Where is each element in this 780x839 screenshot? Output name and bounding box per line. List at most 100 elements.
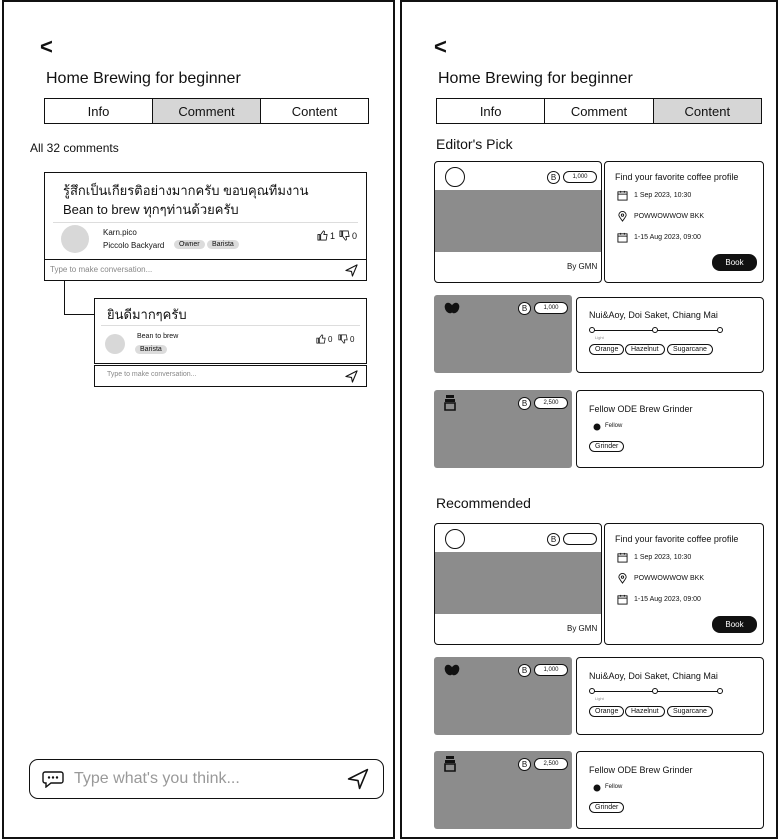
roast-scale-label: Light bbox=[595, 696, 604, 701]
calendar-icon bbox=[617, 190, 628, 201]
flavor-note: Hazelnut bbox=[625, 706, 665, 717]
avatar[interactable] bbox=[105, 334, 125, 354]
like-button[interactable]: 1 bbox=[317, 230, 335, 241]
coffee-grinder-icon bbox=[444, 395, 456, 411]
reply-input[interactable]: Type to make conversation... bbox=[44, 259, 367, 281]
event-details: Find your favorite coffee profile 1 Sep … bbox=[604, 523, 764, 645]
event-card[interactable]: B By GMN Find your favorite coffee profi… bbox=[434, 523, 764, 645]
grinder-title: Fellow ODE Brew Grinder bbox=[589, 765, 693, 775]
tab-info[interactable]: Info bbox=[45, 99, 153, 123]
flavor-note: Hazelnut bbox=[625, 344, 665, 355]
content-screen: < Home Brewing for beginner Info Comment… bbox=[400, 0, 778, 839]
recommended-heading: Recommended bbox=[436, 495, 531, 511]
event-location: POWWOWWOW BKK bbox=[634, 575, 704, 582]
bean-image: B 1,000 bbox=[434, 657, 572, 735]
thumbs-up-icon bbox=[317, 230, 328, 241]
chat-bubble-icon bbox=[42, 771, 64, 788]
back-button[interactable]: < bbox=[434, 36, 447, 58]
grinder-image: B 2,500 bbox=[434, 751, 572, 829]
bean-details: Nui&Aoy, Doi Saket, Chiang Mai Light Ora… bbox=[576, 657, 764, 735]
tab-content[interactable]: Content bbox=[261, 99, 368, 123]
bean-title: Nui&Aoy, Doi Saket, Chiang Mai bbox=[589, 310, 718, 320]
book-button[interactable]: Book bbox=[712, 254, 757, 271]
tab-info[interactable]: Info bbox=[437, 99, 546, 123]
editors-pick-heading: Editor's Pick bbox=[436, 136, 513, 152]
flavor-note: Orange bbox=[589, 344, 625, 355]
comment-username[interactable]: Karn.pico bbox=[103, 228, 137, 237]
baht-icon: B bbox=[518, 302, 531, 315]
barista-badge: Barista bbox=[135, 345, 167, 354]
grinder-card[interactable]: B 2,500 Fellow ODE Brew Grinder Fellow G… bbox=[434, 751, 764, 829]
bean-card[interactable]: B 1,000 Nui&Aoy, Doi Saket, Chiang Mai L… bbox=[434, 295, 764, 373]
price-badge bbox=[563, 533, 597, 545]
location-pin-icon bbox=[618, 211, 627, 222]
reply-username[interactable]: Bean to brew bbox=[137, 333, 178, 340]
send-icon[interactable] bbox=[345, 370, 358, 383]
price-badge: 1,000 bbox=[534, 302, 568, 314]
comment-screen: < Home Brewing for beginner Info Comment… bbox=[2, 0, 395, 839]
price-badge: 2,500 bbox=[534, 758, 568, 770]
grinder-brand: Fellow bbox=[605, 423, 623, 429]
tab-comment[interactable]: Comment bbox=[545, 99, 654, 123]
price-badge: 2,500 bbox=[534, 397, 568, 409]
tab-bar: Info Comment Content bbox=[436, 98, 762, 124]
grinder-card[interactable]: B 2,500 Fellow ODE Brew Grinder Fellow G… bbox=[434, 390, 764, 468]
send-icon[interactable] bbox=[347, 768, 369, 790]
comment-org: Piccolo Backyard bbox=[103, 241, 165, 250]
tab-content[interactable]: Content bbox=[653, 99, 761, 123]
coffee-bean-icon bbox=[444, 664, 460, 676]
event-date: 1 Sep 2023, 10:30 bbox=[634, 554, 692, 561]
price-badge: 1,000 bbox=[563, 171, 597, 183]
coffee-grinder-icon bbox=[444, 756, 456, 772]
thread-connector bbox=[64, 281, 94, 315]
owner-badge: Owner bbox=[174, 240, 205, 249]
event-period: 1-15 Aug 2023, 09:00 bbox=[634, 596, 701, 603]
back-button[interactable]: < bbox=[40, 36, 53, 58]
comment-input[interactable]: Type what's you think... bbox=[29, 759, 384, 799]
event-location: POWWOWWOW BKK bbox=[634, 213, 704, 220]
coffee-bean-icon bbox=[444, 302, 460, 314]
dislike-button[interactable]: 0 bbox=[338, 334, 354, 344]
event-card[interactable]: B 1,000 By GMN Find your favorite coffee… bbox=[434, 161, 764, 283]
category-tag: Grinder bbox=[589, 802, 625, 813]
baht-icon: B bbox=[518, 397, 531, 410]
avatar[interactable] bbox=[61, 225, 89, 253]
event-thumbnail: B By GMN bbox=[434, 523, 602, 645]
thumbs-up-icon bbox=[316, 334, 326, 344]
calendar-icon bbox=[617, 552, 628, 563]
event-image bbox=[435, 190, 601, 252]
event-date: 1 Sep 2023, 10:30 bbox=[634, 192, 692, 199]
barista-badge: Barista bbox=[207, 240, 239, 249]
comment-count: All 32 comments bbox=[30, 141, 119, 155]
comment-card: รู้สึกเป็นเกียรติอย่างมากครับ ขอบคุณทีมง… bbox=[44, 172, 367, 260]
grinder-details: Fellow ODE Brew Grinder Fellow Grinder bbox=[576, 751, 764, 829]
grinder-title: Fellow ODE Brew Grinder bbox=[589, 404, 693, 414]
send-icon[interactable] bbox=[345, 264, 358, 277]
flavor-note: Sugarcane bbox=[667, 344, 713, 355]
reply-placeholder: Type to make conversation... bbox=[50, 265, 153, 274]
location-pin-icon bbox=[618, 573, 627, 584]
bean-details: Nui&Aoy, Doi Saket, Chiang Mai Light Ora… bbox=[576, 297, 764, 373]
thumbs-down-icon bbox=[339, 230, 350, 241]
event-logo-placeholder bbox=[445, 529, 465, 549]
baht-icon: B bbox=[518, 758, 531, 771]
event-thumbnail: B 1,000 By GMN bbox=[434, 161, 602, 283]
comment-text: รู้สึกเป็นเกียรติอย่างมากครับ ขอบคุณทีมง… bbox=[63, 183, 309, 217]
dislike-button[interactable]: 0 bbox=[339, 230, 357, 241]
category-tag: Grinder bbox=[589, 441, 625, 452]
reply-input[interactable]: Type to make conversation... bbox=[94, 365, 367, 387]
bean-card[interactable]: B 1,000 Nui&Aoy, Doi Saket, Chiang Mai L… bbox=[434, 657, 764, 735]
event-title: Find your favorite coffee profile bbox=[615, 534, 739, 544]
reply-placeholder: Type to make conversation... bbox=[107, 371, 197, 378]
like-button[interactable]: 0 bbox=[316, 334, 332, 344]
reply-card: ยินดีมากๆครับ Bean to brew Barista 0 0 bbox=[94, 298, 367, 364]
brand-icon bbox=[593, 423, 601, 431]
calendar-icon bbox=[617, 232, 628, 243]
bean-title: Nui&Aoy, Doi Saket, Chiang Mai bbox=[589, 671, 718, 681]
event-image bbox=[435, 552, 601, 614]
book-button[interactable]: Book bbox=[712, 616, 757, 633]
baht-icon: B bbox=[547, 171, 560, 184]
roast-scale-label: Light bbox=[595, 335, 604, 340]
tab-comment[interactable]: Comment bbox=[153, 99, 261, 123]
page-title: Home Brewing for beginner bbox=[46, 70, 241, 87]
